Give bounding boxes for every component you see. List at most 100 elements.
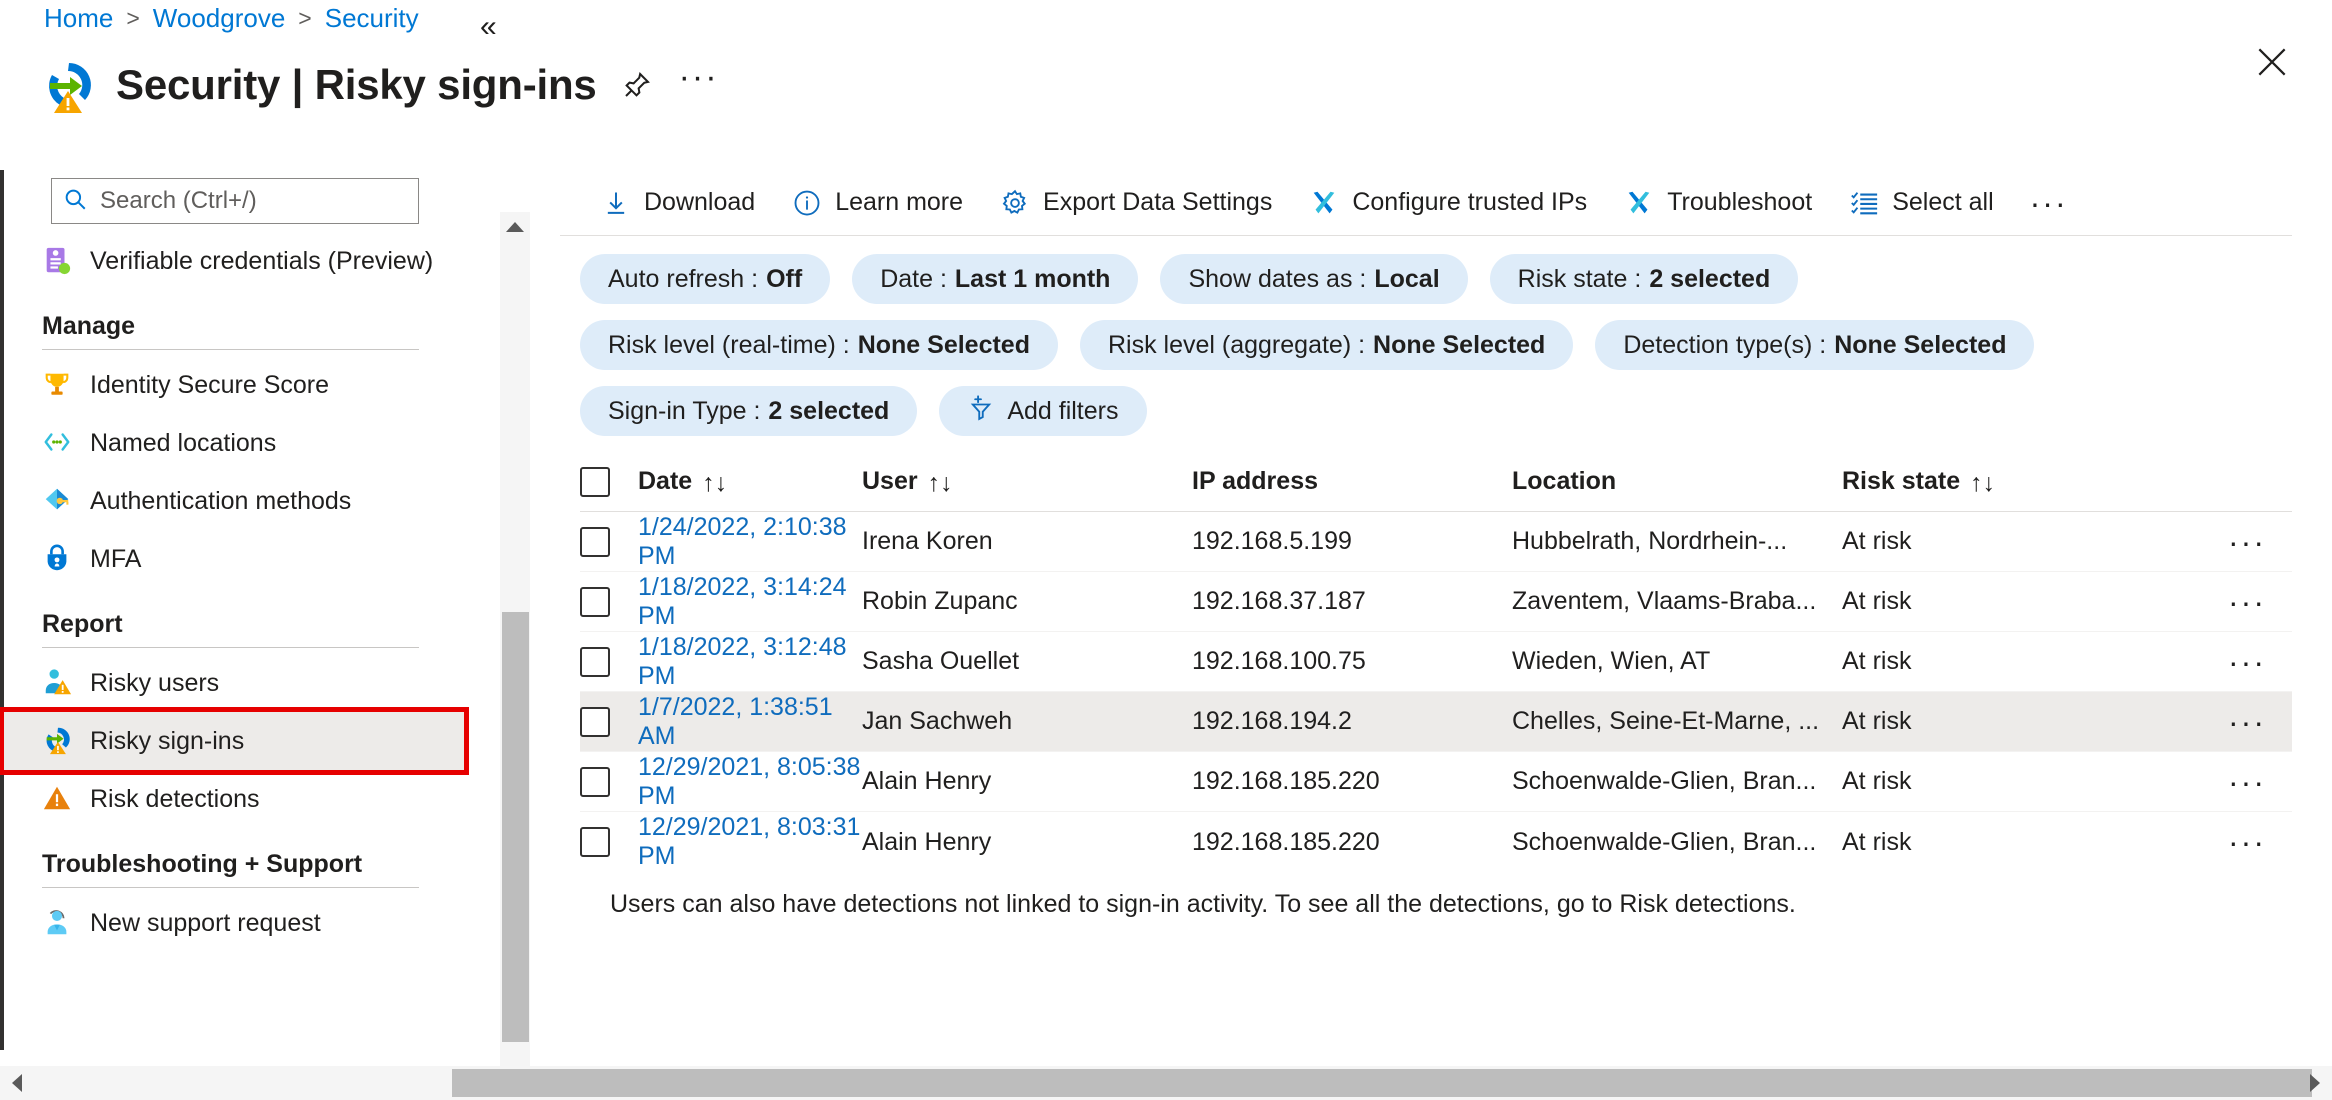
row-more-button[interactable]: ···: [2202, 586, 2292, 618]
date-link[interactable]: 1/18/2022, 3:14:24 PM: [638, 573, 847, 630]
trophy-icon: [42, 369, 74, 401]
column-header-risk-state[interactable]: Risk state ↑↓: [1842, 467, 2202, 498]
row-more-button[interactable]: ···: [2202, 826, 2292, 858]
row-more-button[interactable]: ···: [2202, 766, 2292, 798]
close-icon[interactable]: [2248, 38, 2296, 86]
filter-risk-level-realtime[interactable]: Risk level (real-time) : None Selected: [580, 320, 1058, 370]
sidebar-divider: [42, 349, 419, 350]
table-row[interactable]: 1/7/2022, 1:38:51 AM Jan Sachweh 192.168…: [580, 692, 2292, 752]
row-more-button[interactable]: ···: [2202, 706, 2292, 738]
horizontal-scrollbar-thumb[interactable]: [452, 1069, 2312, 1097]
sidebar-scrollbar[interactable]: [500, 212, 530, 1090]
select-all-button[interactable]: Select all: [1830, 177, 2011, 229]
row-more-button[interactable]: ···: [2202, 646, 2292, 678]
date-link[interactable]: 1/24/2022, 2:10:38 PM: [638, 513, 847, 570]
cell-risk-state: At risk: [1842, 707, 1912, 735]
column-label: Date: [638, 467, 693, 495]
row-more-button[interactable]: ···: [2202, 526, 2292, 558]
cell-risk-state: At risk: [1842, 647, 1912, 675]
table-row[interactable]: 12/29/2021, 8:05:38 PM Alain Henry 192.1…: [580, 752, 2292, 812]
sidebar-item-label: New support request: [90, 908, 321, 937]
column-header-user[interactable]: User ↑↓: [862, 467, 1192, 498]
table-header-row: Date ↑↓ User ↑↓ IP address Location Risk s…: [580, 452, 2292, 512]
date-link[interactable]: 1/18/2022, 3:12:48 PM: [638, 633, 847, 690]
filter-label: Sign-in Type :: [608, 396, 761, 425]
filter-value: Last 1 month: [954, 264, 1111, 293]
sidebar-item-identity-secure-score[interactable]: Identity Secure Score: [4, 356, 464, 414]
cell-location: Zaventem, Vlaams-Braba...: [1512, 587, 1817, 615]
filter-row: Risk level (real-time) : None Selected Ri…: [580, 320, 2312, 370]
column-header-location[interactable]: Location: [1512, 467, 1842, 496]
date-link[interactable]: 12/29/2021, 8:05:38 PM: [638, 753, 860, 810]
sidebar-item-verifiable-credentials[interactable]: Verifiable credentials (Preview): [4, 232, 464, 290]
page-more-button[interactable]: ···: [677, 60, 721, 107]
search-box[interactable]: [51, 178, 419, 224]
breadcrumb-item-home[interactable]: Home: [44, 5, 113, 31]
filter-risk-level-aggregate[interactable]: Risk level (aggregate) : None Selected: [1079, 320, 1574, 370]
filter-auto-refresh[interactable]: Auto refresh : Off: [580, 254, 831, 304]
scroll-right-icon[interactable]: [2298, 1066, 2332, 1100]
authentication-methods-icon: [42, 485, 74, 517]
export-data-settings-button[interactable]: Export Data Settings: [981, 177, 1290, 229]
filter-risk-state[interactable]: Risk state :2 selected: [1489, 254, 1799, 304]
risky-users-icon: [42, 667, 74, 699]
scrollbar-thumb[interactable]: [502, 612, 529, 1042]
filter-sign-in-type[interactable]: Sign-in Type :2 selected: [580, 386, 918, 436]
horizontal-scrollbar[interactable]: [0, 1066, 2332, 1100]
breadcrumb-item-woodgrove[interactable]: Woodgrove: [153, 5, 286, 31]
cell-ip-address: 192.168.100.75: [1192, 647, 1366, 675]
row-checkbox[interactable]: [580, 586, 610, 617]
breadcrumb-item-security[interactable]: Security: [325, 5, 419, 31]
select-all-checkbox[interactable]: [580, 466, 610, 497]
sidebar-item-mfa[interactable]: MFA: [4, 530, 464, 588]
toolbar-label: Troubleshoot: [1667, 188, 1813, 216]
table-row[interactable]: 1/18/2022, 3:12:48 PM Sasha Ouellet 192.…: [580, 632, 2292, 692]
collapse-sidebar-icon[interactable]: «: [480, 12, 497, 42]
toolbar-label: Select all: [1892, 188, 1994, 216]
filter-row: Sign-in Type :2 selected Add filters: [580, 386, 2312, 436]
sidebar-item-risky-users[interactable]: Risky users: [4, 654, 464, 712]
toolbar-more-button[interactable]: ···: [2012, 187, 2086, 219]
scroll-up-icon[interactable]: [500, 212, 530, 242]
sort-icon[interactable]: ↑↓: [928, 469, 953, 498]
sidebar-item-new-support-request[interactable]: New support request: [4, 894, 464, 952]
table-row[interactable]: 12/29/2021, 8:03:31 PM Alain Henry 192.1…: [580, 812, 2292, 872]
sidebar-item-risky-sign-ins[interactable]: Risky sign-ins: [0, 707, 469, 775]
filter-date[interactable]: Date : Last 1 month: [852, 254, 1139, 304]
learn-more-button[interactable]: Learn more: [773, 177, 981, 229]
column-header-date[interactable]: Date ↑↓: [638, 467, 862, 498]
scroll-left-icon[interactable]: [0, 1066, 34, 1100]
row-checkbox[interactable]: [580, 827, 610, 857]
cell-ip-address: 192.168.5.199: [1192, 527, 1352, 555]
gear-icon: [999, 187, 1031, 219]
add-filters-button[interactable]: Add filters: [939, 386, 1147, 436]
row-checkbox-cell: [580, 766, 638, 797]
cell-date: 1/18/2022, 3:12:48 PM: [638, 633, 862, 691]
row-checkbox[interactable]: [580, 766, 610, 797]
row-checkbox[interactable]: [580, 526, 610, 557]
pin-icon[interactable]: [615, 63, 659, 107]
table-row[interactable]: 1/18/2022, 3:14:24 PM Robin Zupanc 192.1…: [580, 572, 2292, 632]
sidebar-item-named-locations[interactable]: Named locations: [4, 414, 464, 472]
sidebar-item-authentication-methods[interactable]: Authentication methods: [4, 472, 464, 530]
sidebar-item-risk-detections[interactable]: Risk detections: [4, 770, 464, 828]
troubleshoot-button[interactable]: Troubleshoot: [1605, 177, 1830, 229]
row-checkbox[interactable]: [580, 706, 610, 737]
row-checkbox[interactable]: [580, 646, 610, 677]
cell-location: Wieden, Wien, AT: [1512, 647, 1711, 675]
search-input[interactable]: [98, 186, 398, 216]
date-link[interactable]: 1/7/2022, 1:38:51 AM: [638, 693, 833, 750]
date-link[interactable]: 12/29/2021, 8:03:31 PM: [638, 813, 860, 870]
configure-trusted-ips-button[interactable]: Configure trusted IPs: [1290, 177, 1605, 229]
download-button[interactable]: Download: [582, 177, 773, 229]
sort-icon[interactable]: ↑↓: [1970, 469, 1995, 498]
cell-ip-address: 192.168.37.187: [1192, 587, 1366, 615]
column-header-ip-address[interactable]: IP address: [1192, 467, 1512, 496]
cell-user: Alain Henry: [862, 827, 992, 856]
filter-show-dates-as[interactable]: Show dates as : Local: [1160, 254, 1468, 304]
sort-icon[interactable]: ↑↓: [702, 469, 727, 498]
cell-location: Chelles, Seine-Et-Marne, ...: [1512, 707, 1820, 735]
table-row[interactable]: 1/24/2022, 2:10:38 PM Irena Koren 192.16…: [580, 512, 2292, 572]
cell-risk-state: At risk: [1842, 827, 1912, 856]
filter-detection-types[interactable]: Detection type(s) : None Selected: [1595, 320, 2035, 370]
